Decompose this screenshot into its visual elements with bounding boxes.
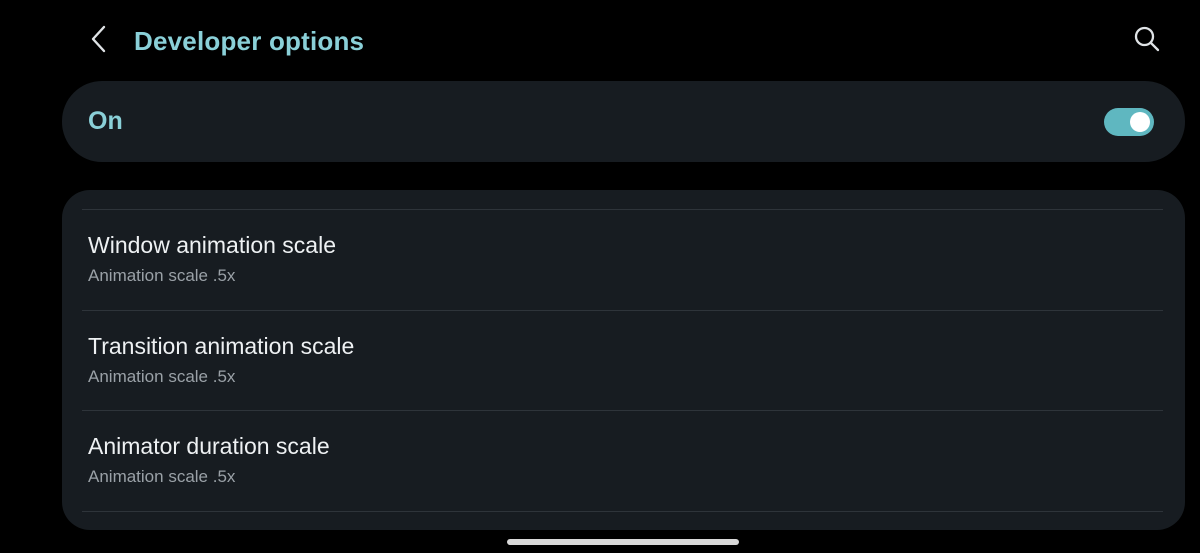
screen: Developer options On Window animation sc…: [0, 0, 1200, 553]
setting-summary: Animation scale .5x: [88, 266, 236, 285]
chevron-left-icon: [89, 24, 109, 59]
navigation-gesture-bar[interactable]: [507, 539, 739, 545]
search-button[interactable]: [1128, 22, 1166, 60]
setting-summary: Animation scale .5x: [88, 367, 236, 386]
app-header: Developer options: [0, 0, 1200, 82]
setting-title: Transition animation scale: [88, 333, 355, 359]
setting-animator-duration-scale[interactable]: Animator duration scale Animation scale …: [62, 411, 1185, 510]
developer-options-master-switch[interactable]: On: [62, 81, 1185, 162]
setting-window-animation-scale[interactable]: Window animation scale Animation scale .…: [62, 210, 1185, 309]
settings-list: Window animation scale Animation scale .…: [62, 190, 1185, 530]
master-toggle[interactable]: [1104, 108, 1154, 136]
page-title: Developer options: [134, 26, 365, 56]
setting-title: Window animation scale: [88, 232, 337, 258]
master-switch-label: On: [88, 107, 123, 135]
search-icon: [1132, 24, 1162, 59]
setting-transition-animation-scale[interactable]: Transition animation scale Animation sca…: [62, 311, 1185, 410]
divider: [82, 511, 1163, 512]
toggle-knob: [1130, 112, 1150, 132]
setting-title: Animator duration scale: [88, 433, 330, 459]
back-button[interactable]: [80, 22, 118, 60]
setting-summary: Animation scale .5x: [88, 467, 236, 486]
